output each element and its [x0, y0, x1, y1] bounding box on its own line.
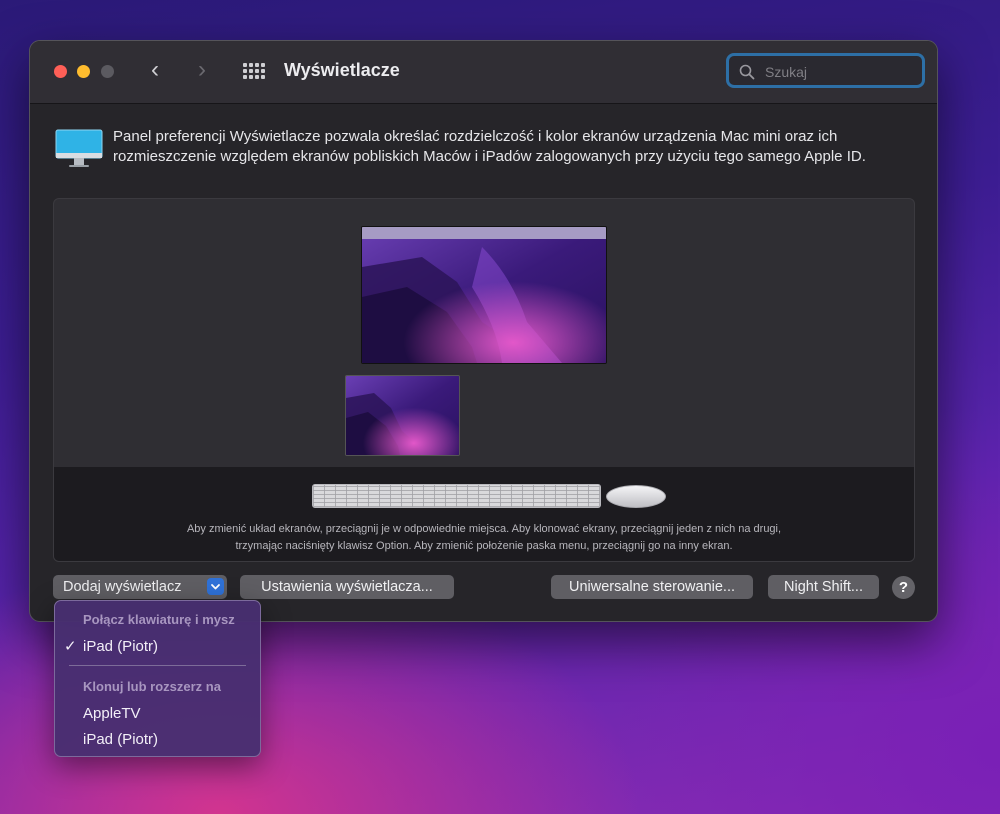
- window-title: Wyświetlacze: [284, 60, 400, 80]
- mouse-icon: [606, 485, 666, 508]
- search-icon: [739, 64, 755, 80]
- menu-item-ipad-extend[interactable]: iPad (Piotr): [83, 731, 158, 748]
- menu-section-mirror-extend: Klonuj lub rozszerz na: [83, 679, 221, 694]
- show-all-grid-icon[interactable]: [243, 63, 265, 80]
- chevron-down-icon: [207, 578, 224, 595]
- night-shift-button[interactable]: Night Shift...: [768, 575, 879, 599]
- menu-item-appletv[interactable]: AppleTV: [83, 705, 141, 722]
- add-display-popup-button[interactable]: Dodaj wyświetlacz: [53, 575, 227, 599]
- panel-description: Panel preferencji Wyświetlacze pozwala o…: [113, 128, 866, 165]
- menu-separator: [69, 665, 246, 666]
- help-button[interactable]: ?: [892, 576, 915, 599]
- menu-bar-indicator[interactable]: [362, 227, 606, 239]
- hint-line-1: Aby zmienić układ ekranów, przeciągnij j…: [186, 523, 782, 535]
- add-display-dropdown-menu: Połącz klawiaturę i mysz ✓ iPad (Piotr) …: [54, 600, 261, 757]
- close-window-button[interactable]: [54, 65, 67, 78]
- keyboard-icon: [312, 484, 601, 508]
- forward-chevron-icon[interactable]: ›: [198, 58, 206, 82]
- back-chevron-icon[interactable]: ‹: [151, 58, 159, 82]
- ipad-display-thumbnail[interactable]: [345, 375, 460, 456]
- menu-section-keyboard-mouse: Połącz klawiaturę i mysz: [83, 612, 235, 627]
- wallpaper-image: [362, 227, 606, 363]
- arrangement-hint: Aby zmienić układ ekranów, przeciągnij j…: [74, 521, 894, 555]
- minimize-window-button[interactable]: [77, 65, 90, 78]
- main-display-thumbnail[interactable]: [361, 226, 607, 364]
- search-field[interactable]: [726, 53, 925, 88]
- hint-line-2: trzymając naciśnięty klawisz Option. Aby…: [235, 540, 733, 552]
- zoom-window-button[interactable]: [101, 65, 114, 78]
- display-settings-button[interactable]: Ustawienia wyświetlacza...: [240, 575, 454, 599]
- display-monitor-icon: [55, 129, 103, 167]
- universal-control-button[interactable]: Uniwersalne sterowanie...: [551, 575, 753, 599]
- add-display-label: Dodaj wyświetlacz: [63, 579, 182, 595]
- display-arrangement-area[interactable]: Aby zmienić układ ekranów, przeciągnij j…: [53, 198, 915, 562]
- wallpaper-image: [346, 376, 459, 455]
- menu-item-ipad-link[interactable]: iPad (Piotr): [83, 638, 158, 655]
- system-preferences-window: ‹ › Wyświetlacze Panel preferencji Wyświ…: [29, 40, 938, 622]
- checkmark-icon: ✓: [64, 638, 77, 655]
- title-bar: ‹ › Wyświetlacze: [30, 41, 937, 104]
- search-input[interactable]: [763, 61, 917, 83]
